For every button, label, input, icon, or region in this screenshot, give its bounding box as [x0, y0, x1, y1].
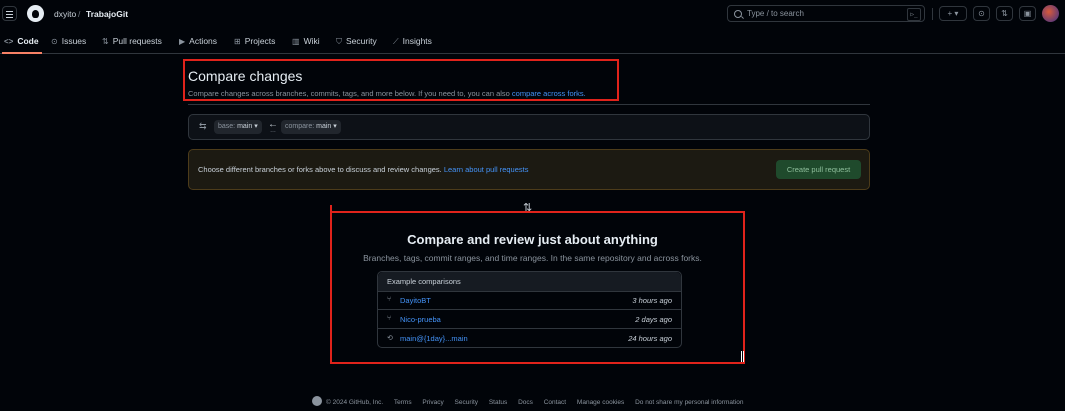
search-placeholder: Type / to search [747, 9, 804, 18]
search-icon [734, 10, 742, 18]
compare-prefix: compare: [285, 123, 315, 130]
repo-nav: <> Code ⊙ Issues ⇅ Pull requests ▶ Actions ⊞… [0, 30, 1065, 54]
list-item[interactable]: ⑂ Nico-prueba 2 days ago [378, 310, 681, 329]
tab-wiki[interactable]: ▥ Wiki [292, 36, 320, 46]
shield-icon: ⛉ [336, 37, 342, 46]
compare-across-forks-link[interactable]: compare across forks. [512, 89, 586, 98]
tab-label: Issues [61, 36, 87, 46]
issues-icon[interactable]: ⊙ [973, 6, 990, 21]
range-editor: ⇆ base: main ▾ ← … compare: main ▾ [188, 114, 870, 140]
branch-icon: ⑂ [387, 315, 392, 322]
pull-requests-icon[interactable]: ⇅ [996, 6, 1013, 21]
text-cursor-icon [741, 351, 744, 362]
search-input[interactable]: Type / to search ▷_ [727, 5, 925, 22]
create-new-button[interactable]: + ▾ [939, 6, 967, 21]
footer: © 2024 GitHub, Inc. Terms Privacy Securi… [312, 396, 752, 406]
example-time: 3 hours ago [632, 296, 672, 305]
table-icon: ⊞ [234, 37, 241, 46]
page-subtitle: Compare changes across branches, commits… [188, 89, 586, 98]
tab-label: Wiki [303, 36, 320, 46]
example-time: 2 days ago [635, 315, 672, 324]
blankslate-heading: Compare and review just about anything [407, 232, 658, 247]
divider [188, 104, 870, 105]
flash-notice: Choose different branches or forks above… [188, 149, 870, 190]
tab-label: Code [17, 36, 39, 46]
tab-issues[interactable]: ⊙ Issues [51, 36, 86, 46]
tab-label: Pull requests [112, 36, 162, 46]
ellipsis-icon: … [270, 128, 276, 134]
github-footer-logo-icon[interactable] [312, 396, 322, 406]
inbox-icon[interactable]: ▣ [1019, 6, 1036, 21]
example-time: 24 hours ago [628, 334, 672, 343]
graph-icon: ⟋ [393, 37, 399, 46]
footer-link-manage-cookies[interactable]: Manage cookies [577, 399, 624, 406]
repo-owner-link[interactable]: dxyito [54, 9, 76, 19]
history-icon: ⟲ [387, 335, 393, 342]
footer-copyright: © 2024 GitHub, Inc. [326, 399, 384, 406]
branch-icon: ⑂ [387, 296, 392, 303]
base-branch-select[interactable]: base: main ▾ [214, 120, 262, 134]
blankslate-description: Branches, tags, commit ranges, and time … [363, 253, 702, 263]
base-branch: main [237, 123, 253, 130]
tab-label: Projects [244, 36, 276, 46]
footer-link-privacy[interactable]: Privacy [422, 399, 443, 406]
user-avatar[interactable] [1042, 5, 1059, 22]
tab-pull-requests[interactable]: ⇅ Pull requests [102, 36, 162, 46]
list-item[interactable]: ⟲ main@{1day}...main 24 hours ago [378, 329, 681, 348]
github-logo-icon[interactable] [27, 5, 44, 22]
book-icon: ▥ [292, 37, 300, 46]
code-icon: <> [4, 37, 14, 46]
footer-link-security[interactable]: Security [455, 399, 478, 406]
footer-link-docs[interactable]: Docs [518, 399, 533, 406]
examples-header: Example comparisons [378, 272, 681, 292]
repo-name-link[interactable]: TrabajoGit [86, 9, 128, 19]
flash-text: Choose different branches or forks above… [198, 165, 444, 174]
compare-branch: main [316, 123, 332, 130]
example-comparisons: Example comparisons ⑂ DayitoBT 3 hours a… [377, 271, 682, 348]
create-pull-request-button[interactable]: Create pull request [776, 160, 861, 179]
active-tab-indicator [2, 52, 42, 54]
subtitle-text: Compare changes across branches, commits… [188, 89, 512, 98]
compare-branch-select[interactable]: compare: main ▾ [281, 120, 341, 134]
footer-link-do-not-share[interactable]: Do not share my personal information [635, 399, 743, 406]
example-link[interactable]: main@{1day}...main [400, 334, 468, 343]
play-icon: ▶ [179, 37, 186, 46]
tab-insights[interactable]: ⟋ Insights [393, 36, 432, 47]
flash-message: Choose different branches or forks above… [198, 165, 529, 174]
tab-code[interactable]: <> Code [4, 36, 39, 46]
footer-link-terms[interactable]: Terms [394, 399, 412, 406]
tab-security[interactable]: ⛉ Security [336, 36, 377, 47]
issue-icon: ⊙ [51, 37, 58, 46]
tab-label: Security [346, 36, 377, 46]
page-title: Compare changes [188, 68, 303, 84]
menu-button[interactable] [2, 6, 17, 21]
example-link[interactable]: DayitoBT [400, 296, 431, 305]
base-prefix: base: [218, 123, 236, 130]
learn-pull-requests-link[interactable]: Learn about pull requests [444, 165, 529, 174]
examples-header-label: Example comparisons [387, 277, 461, 286]
tab-label: Insights [402, 36, 432, 46]
list-item[interactable]: ⑂ DayitoBT 3 hours ago [378, 291, 681, 310]
tab-actions[interactable]: ▶ Actions [179, 36, 217, 46]
header-divider [932, 8, 933, 20]
command-palette-icon[interactable]: ▷_ [907, 8, 921, 21]
footer-link-contact[interactable]: Contact [544, 399, 566, 406]
compare-icon: ⇆ [199, 121, 207, 131]
example-link[interactable]: Nico-prueba [400, 315, 441, 324]
breadcrumb-separator: / [78, 9, 81, 19]
footer-link-status[interactable]: Status [489, 399, 507, 406]
top-header: dxyito / TrabajoGit Type / to search ▷_ … [0, 0, 1065, 30]
pull-request-icon: ⇅ [102, 37, 109, 46]
tab-label: Actions [189, 36, 218, 46]
tab-projects[interactable]: ⊞ Projects [234, 36, 275, 46]
